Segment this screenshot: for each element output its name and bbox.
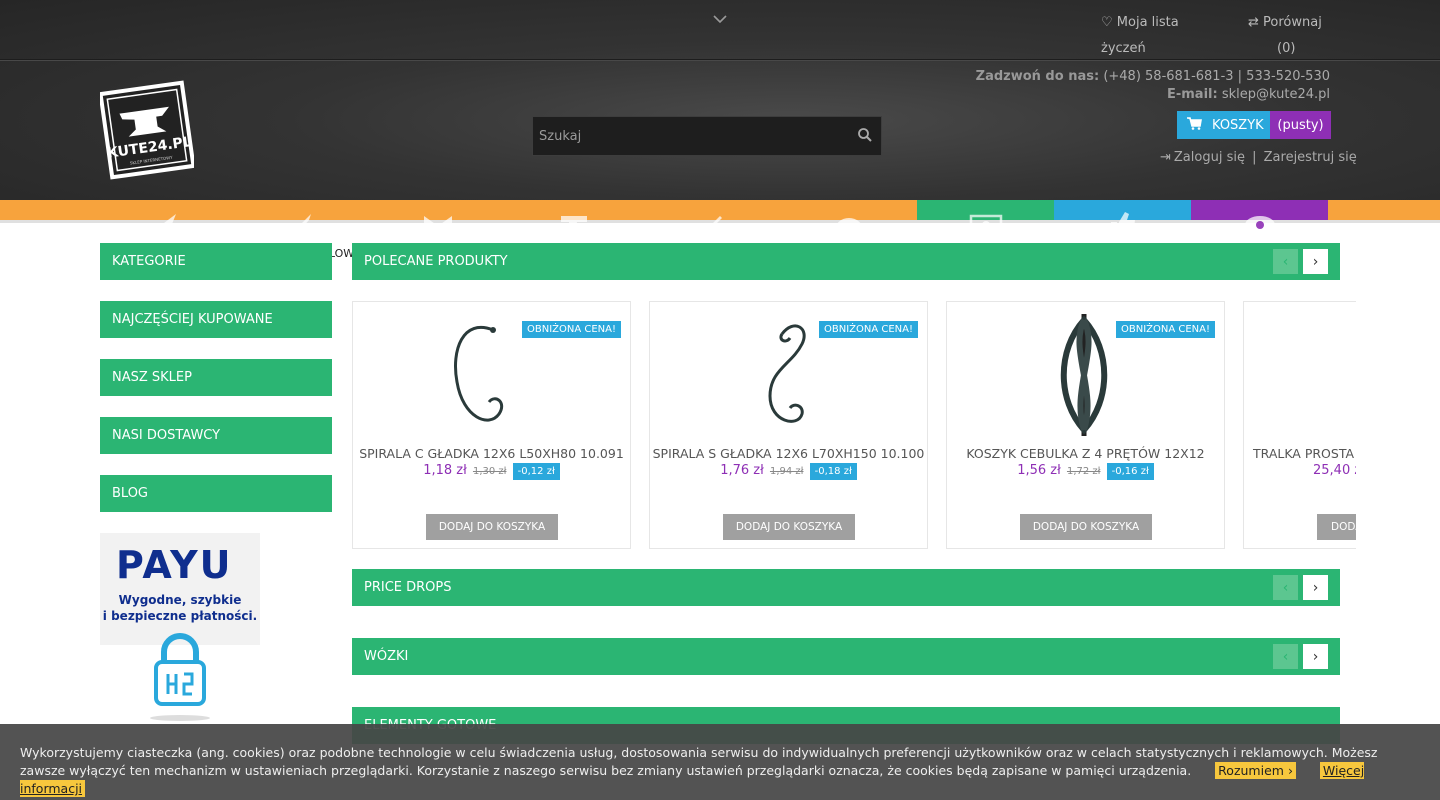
cookie-accept-button[interactable]: Rozumiem ›	[1215, 762, 1296, 779]
add-to-cart-button[interactable]: DODA	[1317, 514, 1356, 540]
carousel-prev-button[interactable]: ‹	[1273, 249, 1298, 274]
sidebar-item-kategorie[interactable]: KATEGORIE	[100, 243, 332, 280]
compare-count: (0)	[1277, 41, 1296, 56]
product-price-row: 1,18 zł 1,30 zł -0,12 zł	[353, 463, 630, 480]
product-old-price: 1,94 zł	[769, 466, 804, 477]
carousel-next-button[interactable]: ›	[1303, 575, 1328, 600]
product-old-price: 1,30 zł	[472, 466, 507, 477]
product-discount: -0,18 zł	[809, 463, 857, 480]
section-featured-header: POLECANE PRODUKTY ‹ ›	[352, 243, 1340, 280]
helmet-icon	[831, 208, 867, 238]
phone-value[interactable]: (+48) 58-681-681-3 | 533-520-530	[1103, 69, 1330, 84]
cart-icon	[1187, 116, 1202, 134]
padlock-icon	[140, 630, 220, 725]
sidebar-item-nasz-sklep[interactable]: NASZ SKLEP	[100, 359, 332, 396]
carousel-next-button[interactable]: ›	[1303, 249, 1328, 274]
product-card[interactable]: OBNIŻONA CENA! SPIRALA C GŁADKA 12X6 L50X…	[352, 301, 631, 549]
section-title: WÓZKI	[364, 649, 409, 664]
product-card[interactable]: OBNIŻONA CENA! SPIRALA S GŁADKA 12X6 L70X…	[649, 301, 928, 549]
add-to-cart-button[interactable]: DODAJ DO KOSZYKA	[723, 514, 855, 540]
sidebar-item-blog[interactable]: BLOG	[100, 475, 332, 512]
heart-icon: ♡	[1101, 15, 1113, 30]
cart-button[interactable]: KOSZYK (pusty)	[1177, 111, 1331, 139]
search-icon[interactable]	[857, 127, 875, 145]
welding-icon	[694, 208, 730, 238]
product-name[interactable]: SPIRALA S GŁADKA 12X6 L70XH150 10.100	[650, 446, 927, 461]
payu-banner[interactable]: PAYU Wygodne, szybkie i bezpieczne płatn…	[100, 533, 260, 645]
product-old-price: 1,72 zł	[1066, 466, 1101, 477]
contact-info: Zadzwoń do nas: (+48) 58-681-681-3 | 533…	[975, 69, 1330, 102]
gate-icon	[420, 208, 456, 238]
wishlist-link[interactable]: ♡ Moja lista życzeń	[1101, 10, 1211, 62]
carousel-prev-button[interactable]: ‹	[1273, 575, 1298, 600]
section-title: PRICE DROPS	[364, 580, 452, 595]
product-image[interactable]	[1314, 310, 1356, 440]
product-card[interactable]: TRALKA PROSTA 25,40 z DODA	[1243, 301, 1356, 549]
cookie-banner: Wykorzystujemy ciasteczka (ang. cookies)…	[0, 724, 1440, 800]
cart-label: KOSZYK	[1212, 117, 1264, 133]
section-title: POLECANE PRODUKTY	[364, 254, 508, 269]
thumbs-up-icon	[1105, 208, 1141, 238]
product-price-row: 1,76 zł 1,94 zł -0,18 zł	[650, 463, 927, 480]
product-price: 1,76 zł	[720, 463, 764, 478]
cart-status: (pusty)	[1270, 111, 1331, 139]
add-to-cart-button[interactable]: DODAJ DO KOSZYKA	[426, 514, 558, 540]
register-link[interactable]: Zarejestruj się	[1264, 150, 1357, 165]
eye-icon	[1242, 208, 1278, 238]
cookie-text: Wykorzystujemy ciasteczka (ang. cookies)…	[20, 745, 1378, 778]
torch-icon	[283, 208, 319, 238]
spear-icon	[146, 208, 182, 238]
email-value[interactable]: sklep@kute24.pl	[1222, 87, 1330, 102]
product-name[interactable]: SPIRALA C GŁADKA 12X6 L50XH80 10.091	[353, 446, 630, 461]
product-carousel: OBNIŻONA CENA! SPIRALA C GŁADKA 12X6 L50X…	[352, 301, 1356, 549]
compare-link[interactable]: ⇄ Porównaj (0)	[1248, 10, 1338, 62]
sidebar-item-nasi-dostawcy[interactable]: NASI DOSTAWCY	[100, 417, 332, 454]
product-price-row: 25,40 z	[1313, 463, 1356, 478]
header-divider-light	[0, 60, 1440, 61]
product-name[interactable]: KOSZYK CEBULKA Z 4 PRĘTÓW 12X12	[947, 446, 1224, 461]
shuffle-icon: ⇄	[1248, 15, 1259, 30]
section-price-drops-header: PRICE DROPS ‹ ›	[352, 569, 1340, 606]
product-price-row: 1,56 zł 1,72 zł -0,16 zł	[947, 463, 1224, 480]
sale-badge: OBNIŻONA CENA!	[1115, 321, 1215, 338]
drill-icon	[557, 208, 593, 238]
product-card[interactable]: OBNIŻONA CENA! KOSZYK CEBULKA Z 4 PRĘTÓW …	[946, 301, 1225, 549]
chevron-right-icon: ›	[1287, 763, 1293, 778]
chevron-down-icon[interactable]	[712, 12, 728, 28]
section-wozki-header: WÓZKI ‹ ›	[352, 638, 1340, 675]
product-discount: -0,16 zł	[1106, 463, 1154, 480]
logo[interactable]: KUTE24.PL SKLEP INTERNETOWY	[98, 80, 196, 180]
sale-badge: OBNIŻONA CENA!	[818, 321, 918, 338]
product-discount: -0,12 zł	[512, 463, 560, 480]
product-price: 1,56 zł	[1017, 463, 1061, 478]
sign-in-icon: ⇥	[1160, 150, 1171, 165]
search-box	[532, 116, 882, 156]
account-links: ⇥ Zaloguj się | Zarejestruj się	[1160, 150, 1357, 165]
login-link[interactable]: Zaloguj się	[1174, 150, 1245, 165]
sidebar-item-najczesciej-kupowane[interactable]: NAJCZĘŚCIEJ KUPOWANE	[100, 301, 332, 338]
product-price: 25,40 z	[1313, 463, 1356, 478]
carousel-next-button[interactable]: ›	[1303, 644, 1328, 669]
money-icon	[968, 208, 1004, 238]
carousel-prev-button[interactable]: ‹	[1273, 644, 1298, 669]
payu-logo: PAYU	[116, 543, 233, 587]
add-to-cart-button[interactable]: DODAJ DO KOSZYKA	[1020, 514, 1152, 540]
search-input[interactable]	[533, 117, 843, 155]
product-price: 1,18 zł	[423, 463, 467, 478]
sale-badge: OBNIŻONA CENA!	[521, 321, 621, 338]
product-name[interactable]: TRALKA PROSTA	[1253, 446, 1356, 461]
